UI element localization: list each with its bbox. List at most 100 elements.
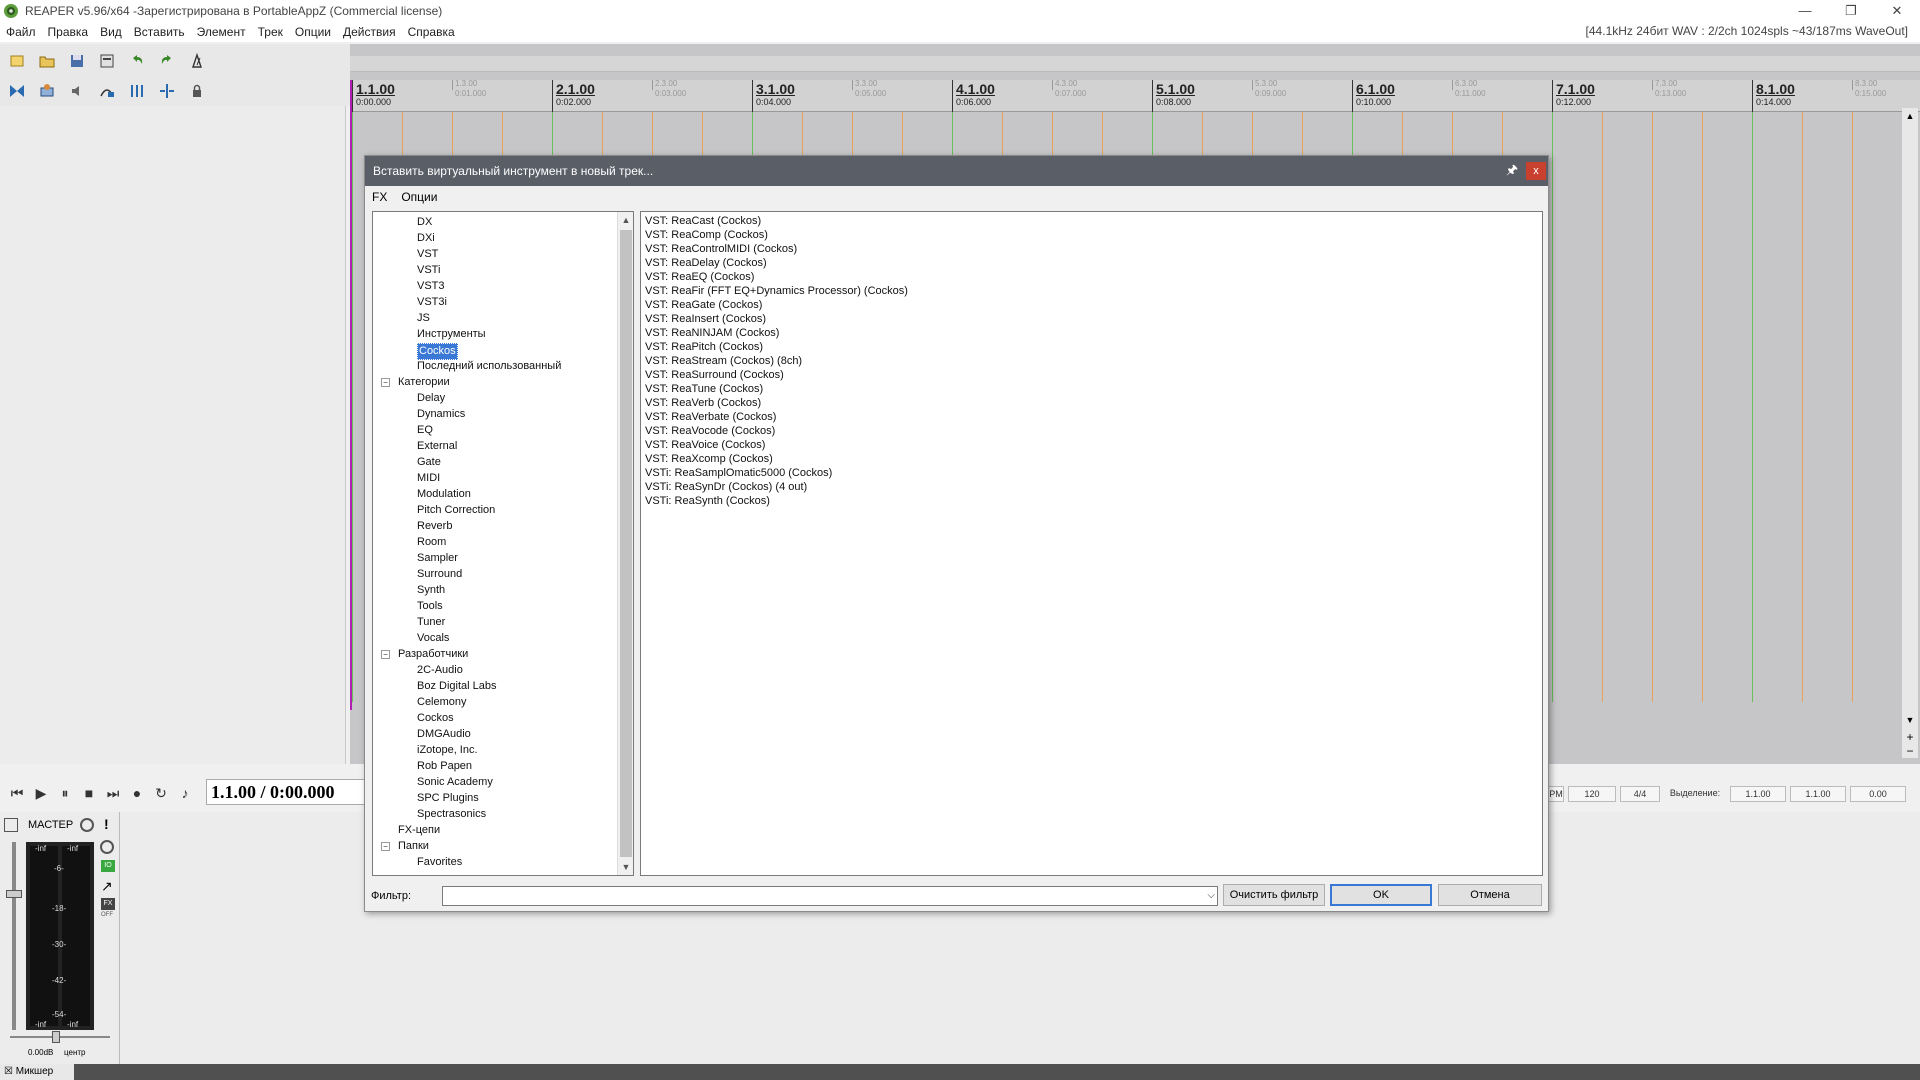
- plugin-list-item[interactable]: VST: ReaVoice (Cockos): [641, 438, 1542, 452]
- tree-item-folder[interactable]: Favorites: [417, 855, 462, 870]
- tree-item[interactable]: Последний использованный: [417, 359, 561, 374]
- tree-item-developer[interactable]: Sonic Academy: [417, 775, 493, 790]
- plugin-list-item[interactable]: VSTi: ReaSynDr (Cockos) (4 out): [641, 480, 1542, 494]
- plugin-list-item[interactable]: VST: ReaVerbate (Cockos): [641, 410, 1542, 424]
- pan-handle[interactable]: [52, 1031, 60, 1043]
- ok-button[interactable]: OK: [1330, 884, 1432, 906]
- plugin-list-item[interactable]: VST: ReaDelay (Cockos): [641, 256, 1542, 270]
- tree-item-category[interactable]: MIDI: [417, 471, 440, 486]
- new-project-icon[interactable]: [6, 50, 28, 72]
- ruler-bar-marker[interactable]: 8.1.00 0:14.000: [1752, 80, 1795, 112]
- restore-button[interactable]: ❐: [1828, 0, 1874, 22]
- timeline-ruler[interactable]: 1.1.00 0:00.000 2.1.00 0:02.000 3.1.00 0:04.0…: [350, 79, 1920, 112]
- tree-item-category[interactable]: Sampler: [417, 551, 458, 566]
- menu-item[interactable]: Элемент: [191, 25, 252, 39]
- tree-item-developer[interactable]: Celemony: [417, 695, 467, 710]
- tree-item-developer[interactable]: 2C-Audio: [417, 663, 463, 678]
- tree-item-category[interactable]: Tuner: [417, 615, 445, 630]
- dialog-menu-fx[interactable]: FX: [365, 188, 394, 206]
- tree-scrollbar[interactable]: ▲ ▼: [617, 212, 633, 875]
- tree-item-developer[interactable]: Boz Digital Labs: [417, 679, 497, 694]
- bpm-field[interactable]: 120: [1568, 786, 1616, 802]
- volume-fader-handle[interactable]: [6, 890, 22, 898]
- tree-item-category[interactable]: Reverb: [417, 519, 452, 534]
- ruler-bar-marker[interactable]: 2.1.00 0:02.000: [552, 80, 595, 112]
- tree-item-category[interactable]: Delay: [417, 391, 445, 406]
- play-icon[interactable]: ▶: [32, 784, 50, 802]
- menu-options[interactable]: Опции: [289, 25, 337, 39]
- tree-item-category[interactable]: Modulation: [417, 487, 471, 502]
- track-control-panel[interactable]: [0, 106, 346, 764]
- envelope-toggle-icon[interactable]: ↗: [101, 878, 113, 895]
- repeat-icon[interactable]: ↻: [152, 784, 170, 802]
- collapse-icon[interactable]: −: [381, 378, 390, 387]
- close-icon[interactable]: x: [1526, 162, 1546, 180]
- lock-icon[interactable]: [186, 80, 208, 102]
- go-to-end-icon[interactable]: ⏭: [104, 784, 122, 802]
- metronome-toggle-icon[interactable]: ♪: [176, 784, 194, 802]
- plugin-list-item[interactable]: VST: ReaFir (FFT EQ+Dynamics Processor) …: [641, 284, 1542, 298]
- tree-item-category[interactable]: Gate: [417, 455, 441, 470]
- scroll-up-icon[interactable]: ▲: [618, 212, 633, 228]
- plugin-list[interactable]: VST: ReaCast (Cockos) VST: ReaComp (Cocko…: [640, 211, 1543, 876]
- ruler-bar-marker[interactable]: 6.1.00 0:10.000: [1352, 80, 1395, 112]
- region-lane[interactable]: [350, 56, 1920, 72]
- cancel-button[interactable]: Отмена: [1438, 884, 1542, 906]
- save-project-icon[interactable]: [66, 50, 88, 72]
- tree-item-category[interactable]: Pitch Correction: [417, 503, 495, 518]
- scroll-down-icon[interactable]: ▼: [1902, 712, 1918, 728]
- tree-group-developers[interactable]: Разработчики: [398, 647, 468, 662]
- envelope-icon[interactable]: [66, 80, 88, 102]
- plugin-list-item[interactable]: VST: ReaPitch (Cockos): [641, 340, 1542, 354]
- menu-edit[interactable]: Правка: [42, 25, 95, 39]
- go-to-start-icon[interactable]: ⏮: [8, 784, 26, 802]
- menu-track[interactable]: Трек: [252, 25, 289, 39]
- filter-input[interactable]: ⌵: [442, 886, 1218, 906]
- plugin-list-item[interactable]: VST: ReaNINJAM (Cockos): [641, 326, 1542, 340]
- open-project-icon[interactable]: [36, 50, 58, 72]
- tree-item-category[interactable]: Surround: [417, 567, 462, 582]
- tree-item-category[interactable]: Room: [417, 535, 446, 550]
- ruler-bar-marker[interactable]: 3.1.00 0:04.000: [752, 80, 795, 112]
- menu-insert[interactable]: Вставить: [128, 25, 191, 39]
- plugin-list-item[interactable]: VST: ReaVerb (Cockos): [641, 396, 1542, 410]
- pan-slider[interactable]: [10, 1036, 110, 1038]
- redo-icon[interactable]: [156, 50, 178, 72]
- plugin-list-item[interactable]: VST: ReaCast (Cockos): [641, 214, 1542, 228]
- menu-actions[interactable]: Действия: [337, 25, 402, 39]
- selection-length[interactable]: 0.00: [1850, 786, 1906, 802]
- plugin-category-tree[interactable]: ▲ ▼ DX DXi VST VSTi VST3 VST3i JS Инструменты Co…: [372, 211, 634, 876]
- tree-group-categories[interactable]: Категории: [398, 375, 450, 390]
- tree-item-category[interactable]: Vocals: [417, 631, 449, 646]
- tree-item-category[interactable]: Synth: [417, 583, 445, 598]
- tree-item[interactable]: VSTi: [417, 263, 440, 278]
- chevron-down-icon[interactable]: ⌵: [1207, 890, 1215, 901]
- undo-icon[interactable]: [126, 50, 148, 72]
- menu-help[interactable]: Справка: [402, 25, 461, 39]
- tree-item-category[interactable]: EQ: [417, 423, 433, 438]
- pause-icon[interactable]: ⏸: [56, 784, 74, 802]
- tree-item[interactable]: Cockos: [417, 343, 458, 360]
- time-signature-field[interactable]: 4/4: [1620, 786, 1660, 802]
- zoom-in-icon[interactable]: +: [1902, 730, 1918, 744]
- plugin-list-item[interactable]: VST: ReaInsert (Cockos): [641, 312, 1542, 326]
- metronome-icon[interactable]: [186, 50, 208, 72]
- zoom-out-icon[interactable]: −: [1902, 744, 1918, 758]
- plugin-list-item[interactable]: VSTi: ReaSamplOmatic5000 (Cockos): [641, 466, 1542, 480]
- project-settings-icon[interactable]: [96, 50, 118, 72]
- plugin-list-item[interactable]: VST: ReaSurround (Cockos): [641, 368, 1542, 382]
- tree-item-developer[interactable]: Rob Papen: [417, 759, 472, 774]
- plugin-list-item[interactable]: VSTi: ReaSynth (Cockos): [641, 494, 1542, 508]
- tree-item[interactable]: JS: [417, 311, 430, 326]
- fx-button[interactable]: FX: [101, 898, 115, 910]
- ruler-bar-marker[interactable]: 5.1.00 0:08.000: [1152, 80, 1195, 112]
- io-button[interactable]: IO: [101, 860, 115, 872]
- info-icon[interactable]: !: [104, 816, 109, 832]
- tree-item-category[interactable]: External: [417, 439, 457, 454]
- ripple-edit-icon[interactable]: [36, 80, 58, 102]
- plugin-list-item[interactable]: VST: ReaStream (Cockos) (8ch): [641, 354, 1542, 368]
- menu-file[interactable]: Файл: [0, 25, 42, 39]
- grid-snap-icon[interactable]: [6, 80, 28, 102]
- master-io-icon[interactable]: [4, 818, 18, 832]
- plugin-list-item[interactable]: VST: ReaControlMIDI (Cockos): [641, 242, 1542, 256]
